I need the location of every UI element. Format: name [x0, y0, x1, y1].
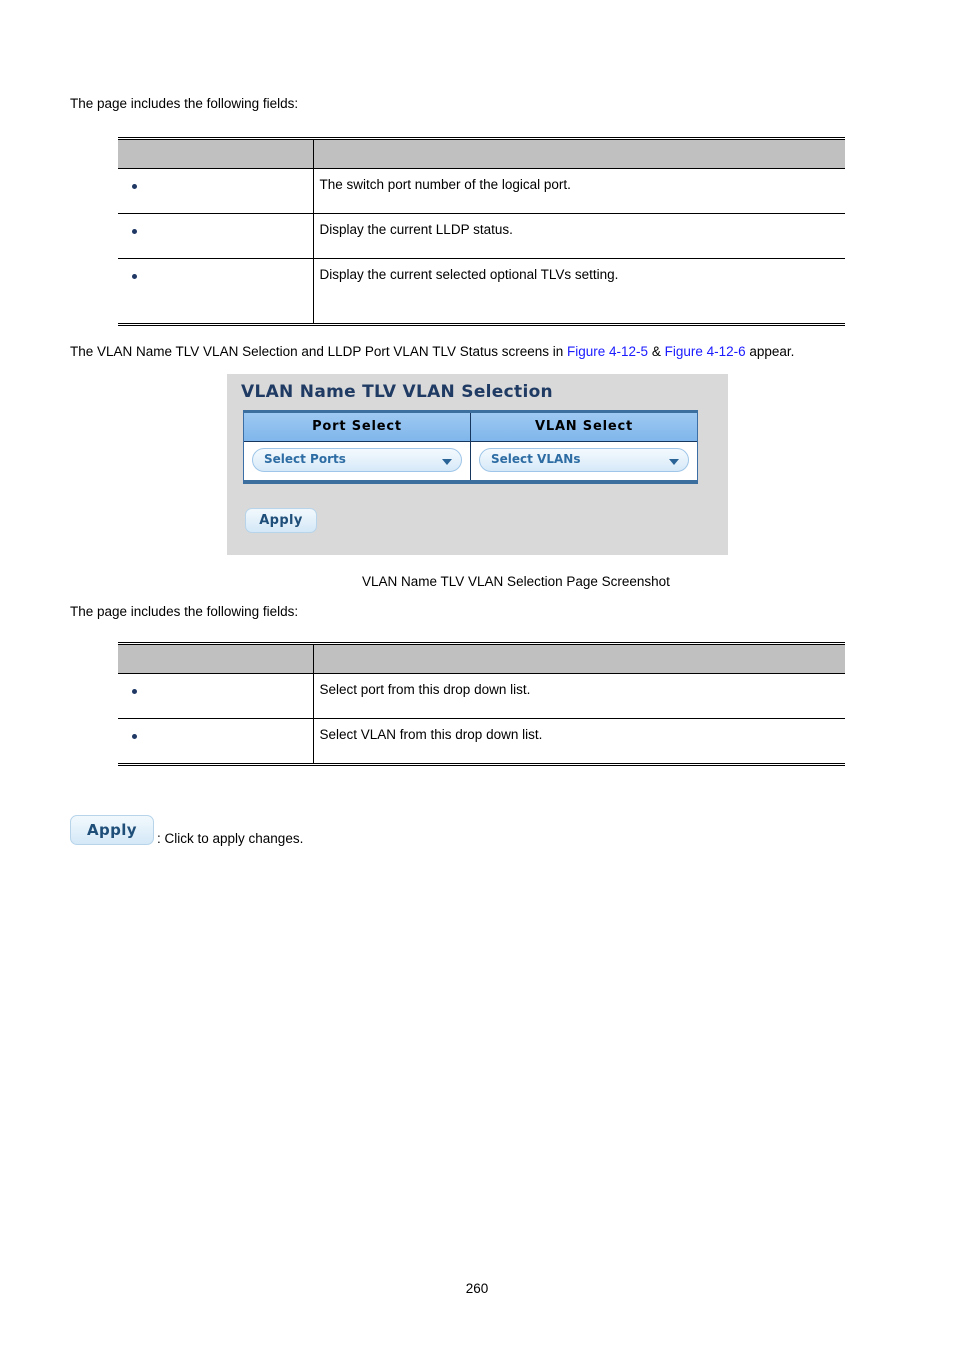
vlan-select-cell: Select VLANs — [470, 442, 697, 480]
intro-paragraph-1: The page includes the following fields: — [70, 96, 299, 111]
figure-caption: VLAN Name TLV VLAN Selection Page Screen… — [362, 574, 670, 589]
table-2-header-object — [118, 643, 314, 674]
document-page: The page includes the following fields: … — [0, 0, 954, 1350]
table-header-row — [118, 138, 845, 169]
table-1-row-0-object — [118, 168, 314, 214]
apply-button-glyph[interactable]: Apply — [70, 815, 154, 845]
apply-button-description: : Click to apply changes. — [157, 831, 304, 846]
figure-intro-paragraph: The VLAN Name TLV VLAN Selection and LLD… — [70, 343, 794, 360]
table-2-row-1-object — [118, 718, 314, 765]
bullet-icon — [132, 229, 137, 234]
column-header-vlan-select: VLAN Select — [470, 413, 697, 441]
page-number: 260 — [465, 1281, 489, 1296]
figure-apply-button[interactable]: Apply — [245, 508, 317, 533]
table-1-row-1-description: Display the current LLDP status. — [313, 213, 845, 259]
table-1-row-0-description: The switch port number of the logical po… — [313, 168, 845, 214]
figure-page-title: VLAN Name TLV VLAN Selection — [241, 382, 553, 402]
bullet-icon — [132, 274, 137, 279]
figure-intro-text-after: appear. — [745, 344, 795, 359]
column-header-port-select: Port Select — [244, 413, 470, 441]
intro-paragraph-2: The page includes the following fields: — [70, 604, 299, 619]
table-1-row-2-object — [118, 258, 314, 325]
bullet-icon — [132, 734, 137, 739]
fields-table-2: Select port from this drop down list. Se… — [118, 642, 845, 766]
table-2-header-description — [313, 643, 845, 674]
vlan-selection-table-body: Select Ports Select VLANs — [244, 442, 697, 480]
table-1-row-1-object — [118, 213, 314, 259]
vlan-selection-table: Port Select VLAN Select Select Ports Sel… — [243, 410, 698, 484]
chevron-down-icon — [669, 459, 679, 465]
bullet-icon — [132, 184, 137, 189]
vlan-selection-table-header: Port Select VLAN Select — [244, 413, 697, 442]
port-select-dropdown[interactable]: Select Ports — [252, 448, 462, 472]
vlan-select-dropdown-label: Select VLANs — [491, 452, 581, 466]
fields-table-1: The switch port number of the logical po… — [118, 137, 845, 326]
vlan-name-tlv-selection-figure: VLAN Name TLV VLAN Selection Port Select… — [227, 374, 728, 555]
figure-intro-text-between: & — [648, 344, 665, 359]
figure-intro-text-before: The VLAN Name TLV VLAN Selection and LLD… — [70, 344, 568, 359]
table-2-row-1-description: Select VLAN from this drop down list. — [319, 727, 543, 742]
chevron-down-icon — [442, 459, 452, 465]
table-2-row-0-description: Select port from this drop down list. — [313, 673, 845, 719]
figure-link-4-12-6[interactable]: Figure 4-12-6 — [665, 344, 746, 359]
table-1-header-object — [118, 138, 314, 169]
table-1-row-2-description: Display the current selected optional TL… — [319, 267, 619, 282]
port-select-cell: Select Ports — [244, 442, 470, 480]
table-row: Display the current selected optional TL… — [118, 258, 845, 325]
table-1-header-description — [313, 138, 845, 169]
table-row: The switch port number of the logical po… — [118, 168, 845, 214]
table-row: Select port from this drop down list. — [118, 673, 845, 719]
table-header-row — [118, 643, 845, 674]
table-row: Display the current LLDP status. — [118, 213, 845, 259]
vlan-select-dropdown[interactable]: Select VLANs — [479, 448, 689, 472]
table-row: Select VLAN from this drop down list. — [118, 718, 845, 765]
port-select-dropdown-label: Select Ports — [264, 452, 346, 466]
figure-link-4-12-5[interactable]: Figure 4-12-5 — [567, 344, 648, 359]
table-2-row-0-object — [118, 673, 314, 719]
bullet-icon — [132, 689, 137, 694]
